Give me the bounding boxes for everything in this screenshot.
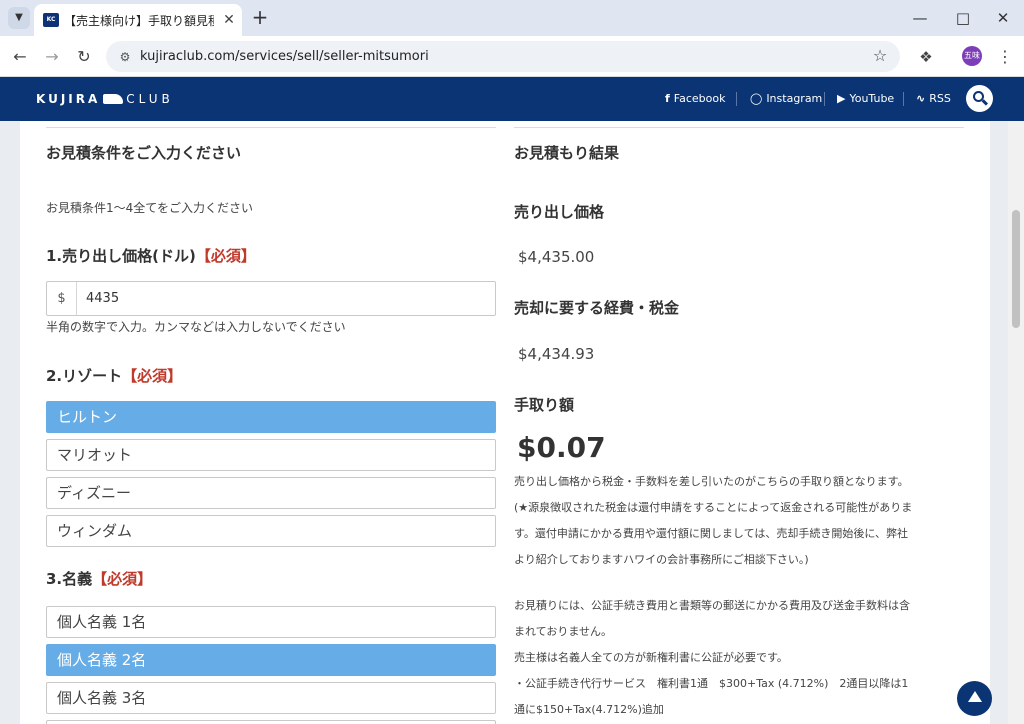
tab-search-chevron-icon[interactable]: ▼ bbox=[8, 7, 30, 29]
fee-note-line: 通に$150+Tax(4.712%)追加 bbox=[514, 703, 664, 716]
social-link-facebook[interactable]: f Facebook bbox=[665, 91, 725, 107]
social-link-youtube[interactable]: ▶ YouTube bbox=[837, 91, 894, 107]
price-label: 1.売り出し価格(ドル)【必須】 bbox=[46, 247, 256, 265]
browser-menu-icon[interactable]: ⋮ bbox=[994, 45, 1016, 69]
owner-label: 3.名義【必須】 bbox=[46, 570, 153, 588]
logo-main-text: KUJIRA bbox=[36, 92, 101, 106]
price-help-text: 半角の数字で入力。カンマなどは入力しないでください bbox=[46, 320, 346, 334]
net-amount-label: 手取り額 bbox=[514, 396, 575, 414]
result-note-line: す。還付申請にかかる費用や還付額に関しましては、売却手続き開始後に、弊社 bbox=[514, 527, 909, 540]
site-search-button[interactable] bbox=[966, 85, 993, 112]
result-note-line: 売り出し価格から税金・手数料を差し引いたのがこちらの手取り額となります。 bbox=[514, 475, 909, 488]
resort-option-marriott[interactable]: マリオット bbox=[46, 439, 496, 471]
resort-option-wyndham[interactable]: ウィンダム bbox=[46, 515, 496, 547]
sale-price-label: 売り出し価格 bbox=[514, 203, 605, 221]
rss-icon: ∿ bbox=[916, 92, 926, 105]
back-to-top-button[interactable] bbox=[957, 681, 992, 716]
tab-title: 【売主様向け】手取り額見積りツー bbox=[64, 14, 214, 28]
browser-tab-active[interactable]: KC 【売主様向け】手取り額見積りツー ✕ bbox=[34, 4, 242, 36]
logo-sub-text: CLUB bbox=[126, 92, 174, 106]
sale-price-value: $4,435.00 bbox=[518, 248, 595, 266]
price-input-group: $ bbox=[46, 281, 496, 316]
divider bbox=[514, 127, 964, 128]
fee-note-line: お見積りには、公証手続き費用と書類等の郵送にかかる費用及び送金手数料は含 bbox=[514, 599, 910, 612]
instagram-icon: ◯ bbox=[750, 92, 763, 105]
costs-value: $4,434.93 bbox=[518, 345, 595, 363]
minimize-icon[interactable]: — bbox=[907, 6, 933, 30]
owner-option-3[interactable]: 個人名義 3名 bbox=[46, 682, 496, 714]
new-tab-button[interactable]: + bbox=[249, 6, 271, 28]
page-background[interactable]: お見積条件をご入力ください お見積条件1～4全てをご入力ください 1.売り出し価… bbox=[0, 121, 1008, 724]
youtube-icon: ▶ bbox=[837, 92, 846, 105]
header-divider bbox=[903, 92, 904, 106]
required-mark: 【必須】 bbox=[92, 570, 153, 588]
browser-tab-bar: ▼ KC 【売主様向け】手取り額見積りツー ✕ + — □ ✕ bbox=[0, 0, 1024, 36]
extensions-puzzle-icon[interactable]: ❖ bbox=[914, 45, 938, 69]
arrow-up-icon bbox=[968, 691, 982, 702]
site-logo[interactable]: KUJIRA CLUB bbox=[36, 91, 174, 107]
costs-label: 売却に要する経費・税金 bbox=[514, 299, 680, 317]
resort-label: 2.リゾート【必須】 bbox=[46, 367, 183, 385]
social-link-rss[interactable]: ∿ RSS bbox=[916, 91, 951, 107]
resort-option-hilton[interactable]: ヒルトン bbox=[46, 401, 496, 433]
scrollbar-thumb[interactable] bbox=[1012, 210, 1020, 328]
address-bar[interactable]: ⚙ kujiraclub.com/services/sell/seller-mi… bbox=[106, 41, 900, 72]
header-divider bbox=[824, 92, 825, 106]
result-note-line: (★源泉徴収された税金は還付申請をすることによって返金される可能性がありま bbox=[514, 501, 913, 514]
form-heading: お見積条件をご入力ください bbox=[46, 144, 242, 162]
url-text[interactable]: kujiraclub.com/services/sell/seller-mits… bbox=[140, 47, 429, 66]
address-toolbar: ← → ↻ ⚙ kujiraclub.com/services/sell/sel… bbox=[0, 36, 1024, 77]
whale-logo-icon bbox=[103, 94, 124, 104]
fee-note-line: まれておりません。 bbox=[514, 625, 613, 638]
site-info-icon[interactable]: ⚙ bbox=[116, 48, 134, 66]
maximize-icon[interactable]: □ bbox=[950, 6, 976, 30]
owner-option-2[interactable]: 個人名義 2名 bbox=[46, 644, 496, 676]
bookmark-star-icon[interactable]: ☆ bbox=[870, 46, 890, 66]
required-mark: 【必須】 bbox=[195, 247, 256, 265]
forward-arrow-icon[interactable]: → bbox=[40, 45, 64, 69]
owner-option-1[interactable]: 個人名義 1名 bbox=[46, 606, 496, 638]
fee-note-line: ・公証手続き代行サービス 権利書1通 $300+Tax (4.712%) 2通目… bbox=[514, 677, 909, 690]
page-scrollbar[interactable] bbox=[1008, 121, 1024, 724]
dollar-prefix: $ bbox=[47, 282, 77, 315]
required-mark: 【必須】 bbox=[122, 367, 183, 385]
fee-note-line: 売主様は名義人全ての方が新権利書に公証が必要です。 bbox=[514, 651, 788, 664]
facebook-icon: f bbox=[665, 92, 670, 105]
tab-close-icon[interactable]: ✕ bbox=[220, 11, 238, 29]
result-heading: お見積もり結果 bbox=[514, 144, 620, 162]
owner-option-4-partial[interactable] bbox=[46, 720, 496, 724]
site-favicon-icon: KC bbox=[43, 13, 59, 27]
net-amount-value: $0.07 bbox=[517, 431, 606, 464]
divider bbox=[46, 127, 496, 128]
social-link-instagram[interactable]: ◯ Instagram bbox=[750, 91, 822, 107]
site-header: KUJIRA CLUB f Facebook ◯ Instagram ▶ YouTube… bbox=[0, 77, 1024, 121]
reload-icon[interactable]: ↻ bbox=[72, 45, 96, 69]
window-close-icon[interactable]: ✕ bbox=[990, 6, 1016, 30]
resort-option-disney[interactable]: ディズニー bbox=[46, 477, 496, 509]
form-instruction: お見積条件1～4全てをご入力ください bbox=[46, 201, 254, 215]
header-divider bbox=[736, 92, 737, 106]
profile-avatar[interactable]: 五味 bbox=[962, 46, 982, 66]
result-note-line: より紹介しておりますハワイの会計事務所にご相談下さい。) bbox=[514, 553, 809, 566]
back-arrow-icon[interactable]: ← bbox=[8, 45, 32, 69]
price-input[interactable] bbox=[78, 282, 495, 315]
